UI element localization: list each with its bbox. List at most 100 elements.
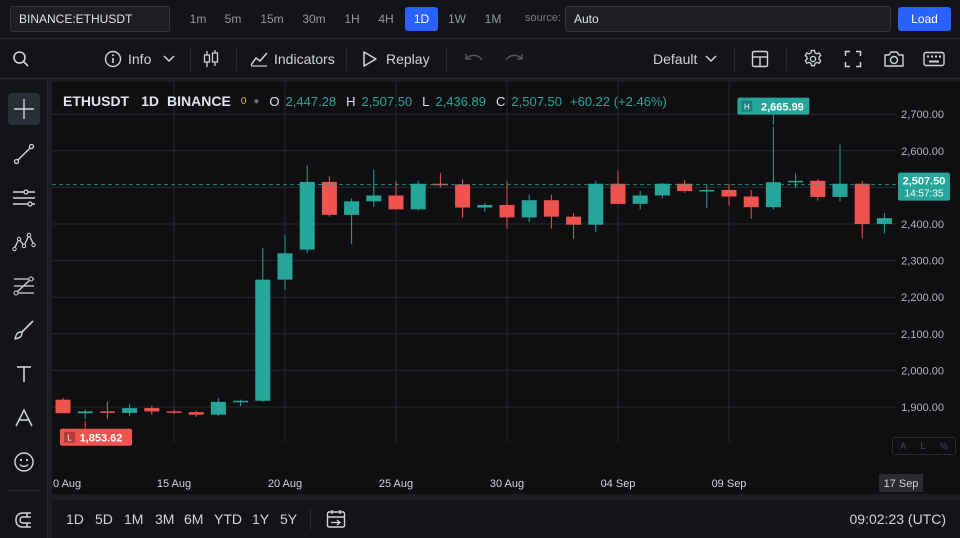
horizontal-lines-tool[interactable]	[8, 182, 40, 214]
candle-body	[588, 183, 604, 225]
text-tool[interactable]	[8, 358, 40, 390]
screenshot-button[interactable]	[883, 39, 905, 79]
chart-type-button[interactable]	[202, 39, 220, 79]
timeframe-4h[interactable]: 4H	[374, 7, 398, 31]
layout-icon	[751, 50, 769, 68]
candle-body	[55, 399, 71, 414]
fullscreen-button[interactable]	[844, 39, 862, 79]
info-button[interactable]: Info	[104, 39, 175, 79]
price-chart[interactable]: 1,900.00 2,000.00 2,100.00 2,200.00 2,300.00…	[52, 82, 960, 494]
brush-tool[interactable]	[8, 314, 40, 346]
indicators-button[interactable]: Indicators	[250, 39, 335, 79]
layout-grid-button[interactable]	[751, 39, 769, 79]
price-tick-label: 2,300.00	[901, 256, 944, 268]
time-tick-label: 09 Sep	[712, 478, 747, 490]
time-tick-label: 25 Aug	[379, 478, 413, 490]
legend-separator-icon: ●	[253, 95, 260, 107]
timeframe-1d[interactable]: 1D	[405, 7, 438, 31]
time-tick-label: 30 Aug	[490, 478, 524, 490]
chart-panel[interactable]: 1,900.00 2,000.00 2,100.00 2,200.00 2,300.00…	[52, 82, 960, 494]
candle	[277, 234, 293, 290]
range-1m[interactable]: 1M	[124, 500, 143, 538]
forecast-tool[interactable]	[8, 270, 40, 302]
layout-label: Default	[653, 51, 698, 67]
range-1y[interactable]: 1Y	[252, 500, 269, 538]
drawing-toolbar	[0, 80, 48, 538]
candle-body	[188, 412, 204, 415]
candle-body	[854, 183, 870, 224]
timeframe-5m[interactable]: 5m	[220, 7, 246, 31]
layout-select[interactable]: Default	[653, 39, 717, 79]
auto-scale-button[interactable]: A	[900, 441, 906, 451]
keyboard-button[interactable]	[923, 39, 945, 79]
utc-clock[interactable]: 09:02:23 (UTC)	[850, 500, 946, 538]
candle	[299, 165, 315, 254]
candle-body	[410, 183, 426, 210]
timeframe-1h[interactable]: 1H	[340, 7, 364, 31]
timeframe-1m[interactable]: 1m	[185, 7, 211, 31]
timeframe-30m[interactable]: 30m	[298, 7, 330, 31]
candle	[610, 170, 626, 205]
range-6m[interactable]: 6M	[184, 500, 203, 538]
pattern-icon	[12, 232, 36, 252]
candle-body	[299, 181, 315, 250]
candle	[99, 401, 115, 419]
symbol-search-button[interactable]	[12, 39, 30, 79]
toolbar-divider	[346, 47, 347, 71]
timeframe-15m[interactable]: 15m	[256, 7, 288, 31]
percent-scale-button[interactable]: %	[940, 441, 948, 451]
range-1d[interactable]: 1D	[66, 500, 84, 538]
annotation-tool[interactable]	[8, 402, 40, 434]
redo-button[interactable]	[504, 39, 524, 79]
candle-body	[277, 253, 293, 280]
candle-body	[543, 200, 559, 217]
range-divider	[310, 508, 311, 530]
load-button[interactable]: Load	[898, 7, 951, 31]
settings-button[interactable]	[803, 39, 823, 79]
range-5d[interactable]: 5D	[95, 500, 113, 538]
time-tick-label: 17 Sep	[884, 478, 919, 490]
go-to-date-button[interactable]	[326, 509, 346, 534]
candle-body	[455, 184, 471, 208]
candle-body	[122, 408, 138, 413]
pattern-tool[interactable]	[8, 226, 40, 258]
price-tick-label: 2,600.00	[901, 146, 944, 158]
emoji-tool[interactable]	[8, 446, 40, 478]
candle-body	[321, 181, 337, 215]
candle	[77, 409, 93, 419]
toolbar-divider	[446, 47, 447, 71]
crosshair-tool[interactable]	[8, 93, 40, 125]
timeframe-1w[interactable]: 1W	[444, 7, 470, 31]
candle-body	[788, 180, 804, 183]
timeframe-1mo[interactable]: 1M	[480, 7, 506, 31]
magnet-tool[interactable]	[8, 504, 40, 536]
legend-low-value: 2,436.89	[435, 93, 486, 109]
candle-body	[255, 279, 271, 401]
undo-button[interactable]	[464, 39, 484, 79]
log-scale-button[interactable]: L	[920, 441, 925, 451]
candle	[566, 213, 582, 239]
trend-line-tool[interactable]	[8, 138, 40, 170]
symbol-input[interactable]	[10, 6, 170, 32]
candle	[233, 399, 249, 407]
price-tick-label: 2,100.00	[901, 329, 944, 341]
candle	[166, 409, 182, 414]
range-ytd[interactable]: YTD	[214, 500, 242, 538]
candle	[854, 180, 870, 239]
source-input[interactable]	[565, 6, 891, 32]
lines-icon	[13, 189, 35, 207]
replay-button[interactable]: Replay	[362, 39, 430, 79]
undo-icon	[465, 54, 483, 61]
info-label: Info	[128, 51, 152, 67]
candle	[588, 180, 604, 233]
candle-body	[210, 401, 226, 415]
candle	[210, 398, 226, 416]
candle-body	[499, 204, 515, 218]
source-label: source:	[525, 12, 562, 24]
top-bar: 1m 5m 15m 30m 1H 4H 1D 1W 1M source: Loa…	[0, 0, 960, 38]
price-tick-label: 2,400.00	[901, 219, 944, 231]
range-5y[interactable]: 5Y	[280, 500, 297, 538]
candles-group	[55, 126, 892, 419]
range-3m[interactable]: 3M	[155, 500, 174, 538]
candle-body	[388, 195, 404, 210]
